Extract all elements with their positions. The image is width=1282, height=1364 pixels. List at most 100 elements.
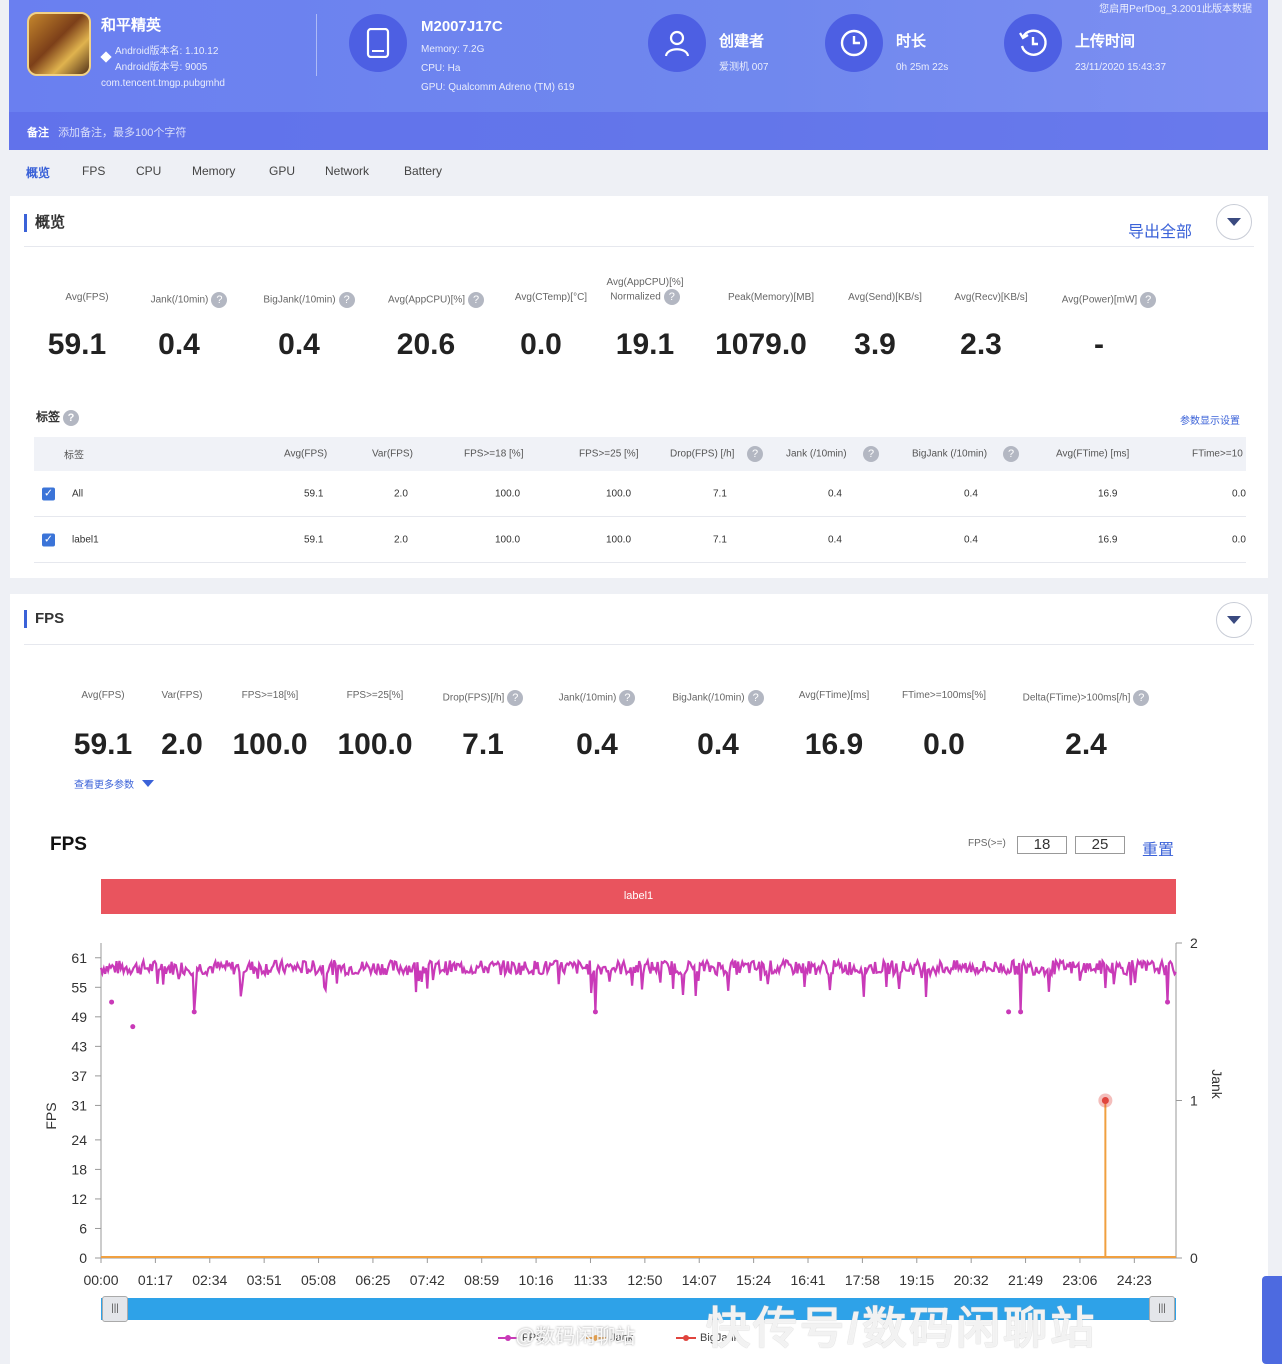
app-icon [27,12,91,76]
help-icon[interactable]: ? [663,289,680,305]
column-header[interactable]: BigJank (/10min) [912,449,987,460]
overview-divider [24,246,1254,247]
more-params-link[interactable]: 查看更多参数 [74,776,154,791]
column-header[interactable]: Var(FPS) [372,449,413,460]
weibo-watermark: @数码闲聊站 [515,1326,636,1348]
help-icon[interactable]: ? [747,446,763,462]
stat-label-text: FTime>=100ms[%] [901,690,987,701]
device-model: M2007J17C [421,18,503,35]
table-cell: 2.0 [394,534,408,545]
header-divider [316,14,317,76]
table-cell: 100.0 [606,488,632,499]
fps-card: FPS Avg(FPS) 59.1 Var(FPS) 2.0 FPS>=18[%] 100… [10,594,1268,1364]
more-params-text: 查看更多参数 [74,780,134,791]
stat-label-text: FPS>=18[%] [241,690,299,701]
help-icon[interactable]: ? [1140,292,1157,308]
tab-battery[interactable]: Battery [404,164,442,181]
column-header[interactable]: 标签 [64,447,84,462]
row-checkbox[interactable]: ✓ [42,487,55,500]
help-icon[interactable]: ? [1133,690,1150,706]
tab-overview[interactable]: 概览 [26,164,82,181]
table-cell: label1 [72,534,99,545]
app-version-name: Android版本名: 1.10.12 [115,46,219,57]
note-field[interactable]: 备注 添加备注，最多100个字符 [9,112,1268,150]
clock-icon [825,14,883,72]
tab-cpu[interactable]: CPU [136,164,192,181]
stat-label-text: Jank(/10min) [150,294,209,306]
stat-label-text: Avg(Recv)[KB/s] [954,292,1028,303]
tab-fps[interactable]: FPS [82,164,136,181]
stat-label-text: Avg(Power)[mW] [1061,294,1138,306]
app-version-code: Android版本号: 9005 [115,62,208,73]
threshold-input-1[interactable]: 18 [1017,836,1067,854]
column-header[interactable]: Drop(FPS) [/h] [670,449,734,460]
label-settings-link[interactable]: 参数显示设置 [1180,412,1240,427]
table-cell: 0.4 [964,534,978,545]
chart-title: FPS [50,834,87,855]
phone-icon [349,14,407,72]
label-table-header: 标签 Avg(FPS) Var(FPS) FPS>=18 [%] FPS>=25 [%]… [34,437,1246,471]
device-gpu: GPU: Qualcomm Adreno (TM) 619 [421,82,575,93]
stat-label-text: Drop(FPS)[/h] [442,692,505,704]
tab-network[interactable]: Network [325,164,404,181]
stat-label: Delta(FTime)>100ms[/h]? [1006,690,1166,706]
stat-label-text: Avg(FPS) [65,292,109,303]
table-cell: 0.4 [828,534,842,545]
table-cell: 7.1 [713,534,727,545]
stat-label-text: Peak(Memory)[MB] [727,292,815,303]
row-checkbox[interactable]: ✓ [42,533,55,546]
label-section-title: 标签? [36,408,80,426]
table-row[interactable]: ✓ label1 59.1 2.0 100.0 100.0 7.1 0.4 0.4 16.9 0.0 [34,517,1246,563]
creator-title: 创建者 [719,33,765,50]
user-icon [648,14,706,72]
overview-title: 概览 [24,214,65,232]
stat-label-text: Avg(CTemp)[°C] [514,292,588,303]
slider-handle-left[interactable]: ||| [102,1296,128,1322]
column-header[interactable]: FTime>=10 [1192,449,1243,460]
table-cell: 100.0 [495,534,521,545]
reset-button[interactable]: 重置 [1142,836,1174,860]
device-memory: Memory: 7.2G [421,44,485,55]
help-icon[interactable]: ? [63,409,80,426]
table-cell: 16.9 [1098,488,1118,499]
help-icon[interactable]: ? [211,292,228,308]
report-header: 您启用PerfDog_3.2001此版本数据 和平精英 Android版本名: … [9,0,1268,150]
upload-title: 上传时间 [1075,33,1136,50]
column-header[interactable]: Jank (/10min) [786,449,847,460]
tab-memory[interactable]: Memory [192,164,269,181]
column-header[interactable]: FPS>=18 [%] [464,449,523,460]
fps-collapse-button[interactable] [1216,602,1252,638]
help-icon[interactable]: ? [1003,446,1019,462]
column-header[interactable]: Avg(FTime) [ms] [1056,449,1129,460]
column-header[interactable]: Avg(FPS) [284,449,327,460]
stat-value: 0.4 [158,328,200,361]
stat-value: 0.0 [923,728,965,761]
help-icon[interactable]: ? [863,446,879,462]
help-icon[interactable]: ? [619,690,636,706]
slider-handle-right[interactable]: ||| [1149,1296,1175,1322]
device-cpu: CPU: Ha [421,63,461,74]
note-label: 备注 [27,127,49,139]
table-cell: 0.4 [828,488,842,499]
chevron-down-icon [1227,616,1241,624]
label-band[interactable]: label1 [101,879,1176,914]
table-cell: All [72,488,84,499]
duration-value: 0h 25m 22s [896,62,949,73]
creator-value: 爱测机 007 [719,62,769,73]
section-tabs: 概览 FPS CPU Memory GPU Network Battery [26,164,442,181]
overview-collapse-button[interactable] [1216,204,1252,240]
tab-gpu[interactable]: GPU [269,164,325,181]
table-row[interactable]: ✓ All 59.1 2.0 100.0 100.0 7.1 0.4 0.4 16.9 0.0 [34,471,1246,517]
stat-label-text: Avg(FTime)[ms] [798,690,870,701]
app-version: Android版本名: 1.10.12 Android版本号: 9005 [115,44,218,76]
side-feedback-tab[interactable] [1262,1276,1282,1364]
app-package: com.tencent.tmgp.pubgmhd [101,78,225,89]
threshold-input-2[interactable]: 25 [1075,836,1125,854]
stat-value: 0.4 [278,328,320,361]
help-icon[interactable]: ? [338,292,355,308]
table-cell: 0.0 [1232,534,1246,545]
export-all-button[interactable]: 导出全部 [1128,218,1192,242]
stat-label-text: FPS>=25[%] [346,690,404,701]
note-placeholder[interactable]: 添加备注，最多100个字符 [58,127,186,139]
column-header[interactable]: FPS>=25 [%] [579,449,638,460]
